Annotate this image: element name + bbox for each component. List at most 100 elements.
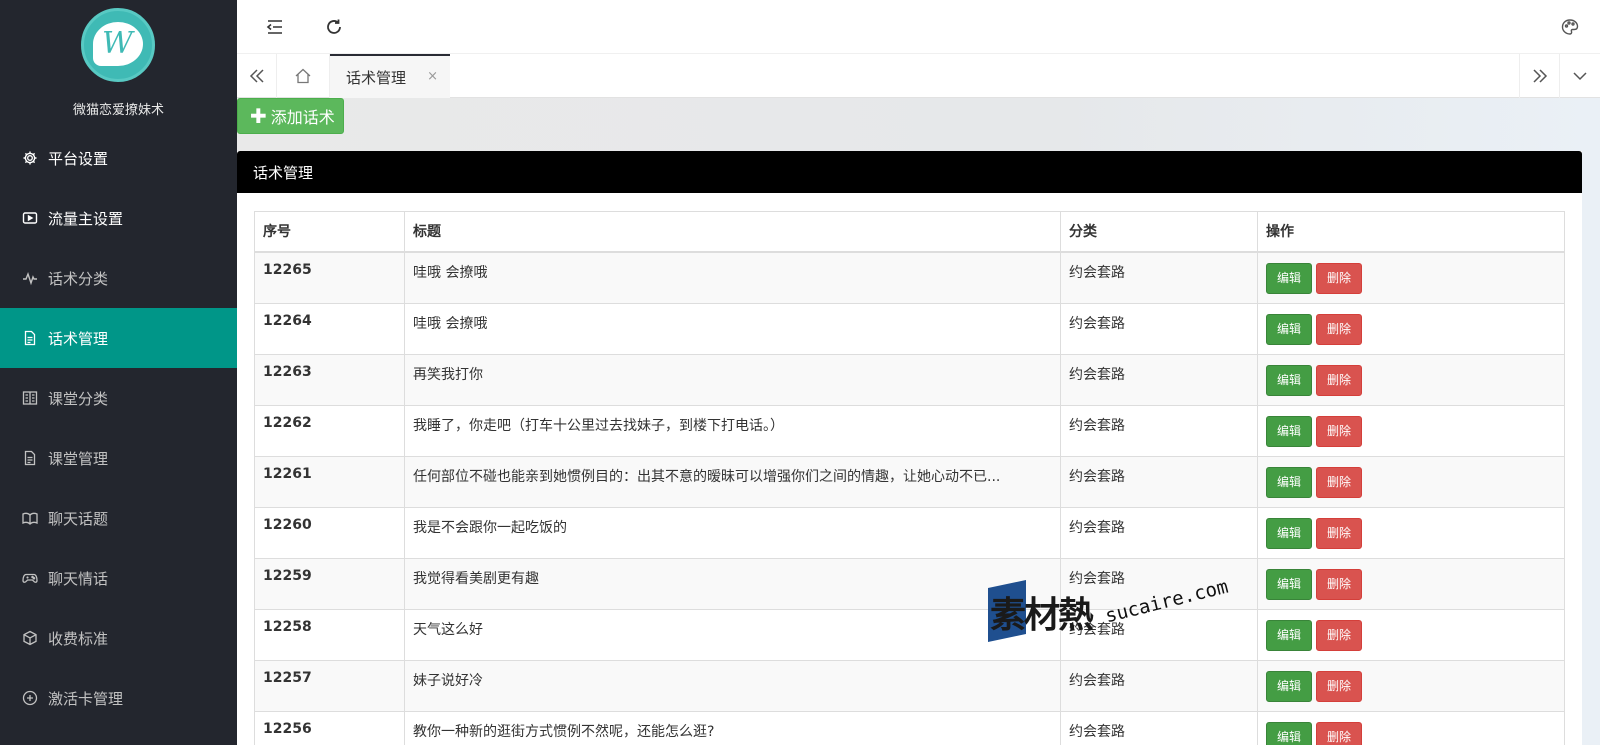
tab-script-manage[interactable]: 话术管理 × xyxy=(330,54,450,98)
cell-actions: 编辑 删除 xyxy=(1257,404,1565,457)
cell-title: 我觉得看美剧更有趣 xyxy=(404,557,1061,610)
column-header-category: 分类 xyxy=(1060,211,1258,253)
edit-button[interactable]: 编辑 xyxy=(1266,262,1313,294)
reader-icon xyxy=(22,390,38,406)
column-header-actions: 操作 xyxy=(1257,211,1565,253)
cell-actions: 编辑 删除 xyxy=(1257,506,1565,559)
cell-category: 约会套路 xyxy=(1060,710,1258,745)
cell-id: 12257 xyxy=(254,659,405,712)
refresh-button[interactable] xyxy=(321,14,347,40)
edit-button[interactable]: 编辑 xyxy=(1266,670,1313,702)
delete-button[interactable]: 删除 xyxy=(1316,721,1363,745)
cell-id: 12260 xyxy=(254,506,405,559)
cell-category: 约会套路 xyxy=(1060,302,1258,355)
refresh-icon xyxy=(327,19,341,34)
table-row: 12263 再笑我打你 约会套路 编辑 删除 xyxy=(254,353,1565,406)
sidebar-item-label: 激活卡管理 xyxy=(48,689,124,708)
cell-id: 12258 xyxy=(254,608,405,661)
tab-bar: 话术管理 × xyxy=(237,54,1600,98)
add-script-button[interactable]: ✚ 添加话术 xyxy=(237,98,344,134)
cell-title: 哇哦 会撩哦 xyxy=(404,251,1061,304)
cell-title: 我是不会跟你一起吃饭的 xyxy=(404,506,1061,559)
sidebar-item-pricing[interactable]: 收费标准 xyxy=(0,608,237,668)
cell-actions: 编辑 删除 xyxy=(1257,353,1565,406)
sidebar-item-label: 收费标准 xyxy=(48,629,109,648)
chevron-down-icon xyxy=(1572,72,1587,81)
sidebar: W 微猫恋爱撩妹术 平台设置 流量主设置 话术分类 话术管理 课堂分类 课堂管理… xyxy=(0,0,237,745)
sidebar-item-label: 课堂管理 xyxy=(48,449,109,468)
sidebar-item-script-category[interactable]: 话术分类 xyxy=(0,248,237,308)
theme-button[interactable] xyxy=(1557,14,1583,40)
cell-category: 约会套路 xyxy=(1060,557,1258,610)
book-open-icon xyxy=(22,510,38,526)
edit-button[interactable]: 编辑 xyxy=(1266,568,1313,600)
site-name: 微猫恋爱撩妹术 xyxy=(72,103,164,118)
cell-actions: 编辑 删除 xyxy=(1257,557,1565,610)
tabs-scroll-left-button[interactable] xyxy=(237,54,277,98)
delete-button[interactable]: 删除 xyxy=(1316,415,1363,447)
sidebar-item-script-manage[interactable]: 话术管理 xyxy=(0,308,237,368)
sidebar-item-chat-topic[interactable]: 聊天话题 xyxy=(0,488,237,548)
gamepad-icon xyxy=(22,570,38,586)
script-panel: 话术管理 序号 标题 分类 操作 12265 哇哦 会撩哦 约会套路 编辑 删除 1226… xyxy=(237,151,1582,745)
video-icon xyxy=(22,210,38,226)
cell-id: 12262 xyxy=(254,404,405,457)
cell-title: 我睡了，你走吧（打车十公里过去找妹子，到楼下打电话。） xyxy=(404,404,1061,457)
edit-button[interactable]: 编辑 xyxy=(1266,619,1313,651)
sidebar-item-chat-love-words[interactable]: 聊天情话 xyxy=(0,548,237,608)
logo-area: W 微猫恋爱撩妹术 xyxy=(0,0,237,130)
table-row: 12259 我觉得看美剧更有趣 约会套路 编辑 删除 xyxy=(254,557,1565,610)
edit-button[interactable]: 编辑 xyxy=(1266,415,1313,447)
edit-button[interactable]: 编辑 xyxy=(1266,466,1313,498)
delete-button[interactable]: 删除 xyxy=(1316,568,1363,600)
cell-category: 约会套路 xyxy=(1060,659,1258,712)
cell-category: 约会套路 xyxy=(1060,608,1258,661)
gear-icon xyxy=(22,150,38,166)
sidebar-item-label: 平台设置 xyxy=(48,149,109,168)
delete-button[interactable]: 删除 xyxy=(1316,466,1363,498)
sidebar-item-class-category[interactable]: 课堂分类 xyxy=(0,368,237,428)
delete-button[interactable]: 删除 xyxy=(1316,313,1363,345)
cell-actions: 编辑 删除 xyxy=(1257,455,1565,508)
edit-button[interactable]: 编辑 xyxy=(1266,721,1313,745)
edit-button[interactable]: 编辑 xyxy=(1266,517,1313,549)
panel-title: 话术管理 xyxy=(237,151,1582,193)
delete-button[interactable]: 删除 xyxy=(1316,517,1363,549)
edit-button[interactable]: 编辑 xyxy=(1266,313,1313,345)
script-table: 序号 标题 分类 操作 12265 哇哦 会撩哦 约会套路 编辑 删除 12264 哇哦 会… xyxy=(254,211,1565,745)
sidebar-item-activation-card[interactable]: 激活卡管理 xyxy=(0,668,237,728)
plus-icon: ✚ xyxy=(250,104,267,128)
table-row: 12261 任何部位不碰也能亲到她惯例目的：出其不意的暧昧可以增强你们之间的情趣，… xyxy=(254,455,1565,508)
tabs-scroll-right-button[interactable] xyxy=(1519,54,1559,98)
tab-close-icon[interactable]: × xyxy=(427,69,438,84)
menu-collapse-button[interactable] xyxy=(262,14,288,40)
delete-button[interactable]: 删除 xyxy=(1316,262,1363,294)
cell-actions: 编辑 删除 xyxy=(1257,608,1565,661)
cell-title: 再笑我打你 xyxy=(404,353,1061,406)
sidebar-item-label: 聊天情话 xyxy=(48,569,109,588)
table-row: 12265 哇哦 会撩哦 约会套路 编辑 删除 xyxy=(254,251,1565,304)
column-header-id: 序号 xyxy=(254,211,405,253)
delete-button[interactable]: 删除 xyxy=(1316,619,1363,651)
delete-button[interactable]: 删除 xyxy=(1316,364,1363,396)
cell-id: 12256 xyxy=(254,710,405,745)
sidebar-item-class-manage[interactable]: 课堂管理 xyxy=(0,428,237,488)
tab-home[interactable] xyxy=(277,54,330,98)
cell-category: 约会套路 xyxy=(1060,455,1258,508)
document-icon xyxy=(22,330,38,346)
cell-category: 约会套路 xyxy=(1060,404,1258,457)
top-header xyxy=(237,0,1600,54)
delete-button[interactable]: 删除 xyxy=(1316,670,1363,702)
tabs-menu-button[interactable] xyxy=(1559,54,1599,98)
table-row: 12258 天气这么好 约会套路 编辑 删除 xyxy=(254,608,1565,661)
sidebar-item-traffic-settings[interactable]: 流量主设置 xyxy=(0,188,237,248)
cell-actions: 编辑 删除 xyxy=(1257,302,1565,355)
sidebar-item-platform-settings[interactable]: 平台设置 xyxy=(0,128,237,188)
table-row: 12260 我是不会跟你一起吃饭的 约会套路 编辑 删除 xyxy=(254,506,1565,559)
document-icon xyxy=(22,450,38,466)
cell-actions: 编辑 删除 xyxy=(1257,251,1565,304)
table-header-row: 序号 标题 分类 操作 xyxy=(254,211,1565,253)
plus-circle-icon xyxy=(22,690,38,706)
table-row: 12262 我睡了，你走吧（打车十公里过去找妹子，到楼下打电话。） 约会套路 编辑 删除 xyxy=(254,404,1565,457)
edit-button[interactable]: 编辑 xyxy=(1266,364,1313,396)
